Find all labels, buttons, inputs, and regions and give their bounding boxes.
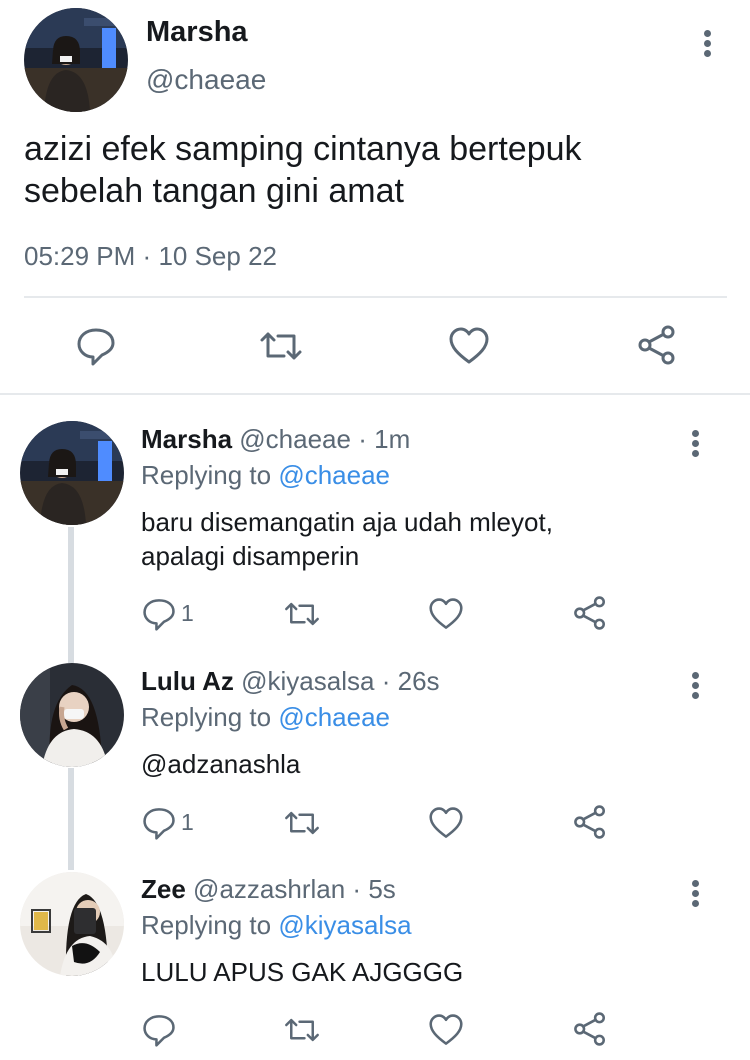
meta-separator: · — [352, 874, 362, 904]
replying-to-link[interactable]: @chaeae — [278, 702, 390, 732]
thread-line — [68, 527, 74, 663]
reply-text-line-1: baru disemangatin aja udah mleyot, — [141, 507, 553, 537]
replying-prefix: Replying to — [141, 702, 272, 732]
reply-author-name[interactable]: Zee — [141, 874, 186, 904]
retweet-icon[interactable] — [283, 806, 321, 840]
reply-time: 1m — [374, 424, 411, 454]
section-divider — [0, 393, 750, 395]
tweet-text-line-2: sebelah tangan gini amat — [24, 172, 404, 210]
retweet-icon[interactable] — [283, 597, 321, 631]
meta-separator: · — [358, 424, 367, 454]
author-handle[interactable]: @chaeae — [146, 64, 266, 96]
reply-count: 1 — [181, 600, 194, 626]
meta-separator: · — [142, 241, 152, 271]
share-icon[interactable] — [572, 804, 608, 840]
more-options-icon[interactable] — [686, 422, 706, 462]
share-icon[interactable] — [572, 595, 608, 631]
reply-text-line-1: LULU APUS GAK AJGGGG — [141, 957, 464, 987]
reply-header: Lulu Az @kiyasalsa · 26s — [141, 666, 440, 697]
reply-author-name[interactable]: Lulu Az — [141, 666, 234, 696]
reply-icon[interactable] — [76, 326, 116, 366]
replying-to: Replying to @chaeae — [141, 460, 390, 491]
like-icon[interactable] — [428, 597, 464, 631]
more-options-icon[interactable] — [686, 664, 706, 704]
reply-header: Marsha @chaeae · 1m — [141, 424, 410, 455]
retweet-icon[interactable] — [283, 1013, 321, 1047]
replying-prefix: Replying to — [141, 460, 272, 490]
tweet-timestamp: 05:29 PM · 10 Sep 22 — [24, 241, 277, 272]
tweet-time: 05:29 PM — [24, 241, 136, 271]
like-icon[interactable] — [448, 326, 490, 366]
share-icon[interactable] — [636, 324, 678, 366]
like-icon[interactable] — [428, 1013, 464, 1047]
reply-author-handle[interactable]: @chaeae — [239, 424, 351, 454]
avatar[interactable] — [20, 421, 124, 525]
more-options-icon[interactable] — [686, 872, 706, 912]
tweet-text-line-1: azizi efek samping cintanya bertepuk — [24, 130, 582, 168]
tweet-date: 10 Sep 22 — [158, 241, 277, 271]
reply-author-handle[interactable]: @kiyasalsa — [241, 666, 374, 696]
reply-text-line-2: apalagi disamperin — [141, 541, 360, 571]
like-icon[interactable] — [428, 806, 464, 840]
reply-author-name[interactable]: Marsha — [141, 424, 232, 454]
reply-icon[interactable] — [142, 597, 176, 631]
more-options-icon[interactable] — [698, 22, 718, 62]
retweet-icon[interactable] — [258, 326, 304, 366]
share-icon[interactable] — [572, 1011, 608, 1047]
reply-header: Zee @azzashrlan · 5s — [141, 874, 396, 905]
replying-to-link[interactable]: @chaeae — [278, 460, 390, 490]
avatar[interactable] — [24, 8, 128, 112]
reply-icon[interactable] — [142, 1013, 176, 1047]
replying-to-link[interactable]: @kiyasalsa — [278, 910, 411, 940]
meta-separator: · — [381, 666, 391, 696]
thread-line — [68, 768, 74, 870]
replying-to: Replying to @chaeae — [141, 702, 390, 733]
mention-link[interactable]: @adzanashla — [141, 745, 300, 783]
reply-time: 5s — [368, 874, 396, 904]
reply-count: 1 — [181, 809, 194, 835]
avatar[interactable] — [20, 663, 124, 767]
reply-icon[interactable] — [142, 806, 176, 840]
author-name[interactable]: Marsha — [146, 16, 248, 49]
tweet-divider — [24, 296, 727, 298]
replying-to: Replying to @kiyasalsa — [141, 910, 412, 941]
replying-prefix: Replying to — [141, 910, 272, 940]
reply-time: 26s — [397, 666, 440, 696]
avatar[interactable] — [20, 872, 124, 976]
reply-author-handle[interactable]: @azzashrlan — [193, 874, 345, 904]
